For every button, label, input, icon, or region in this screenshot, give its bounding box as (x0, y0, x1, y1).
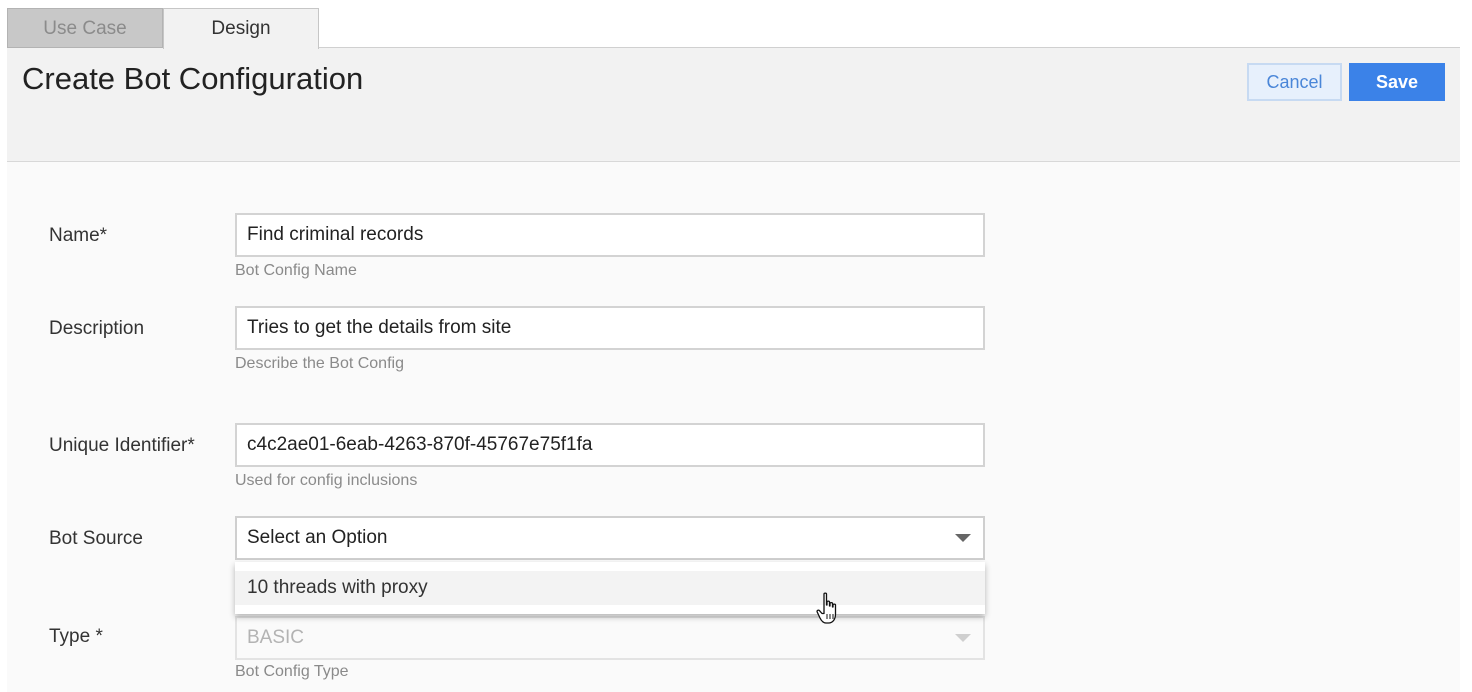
type-label: Type * (49, 626, 103, 647)
description-hint: Describe the Bot Config (235, 355, 404, 372)
page-title: Create Bot Configuration (22, 61, 364, 96)
type-hint: Bot Config Type (235, 663, 349, 680)
bot-source-label: Bot Source (49, 528, 143, 549)
description-input[interactable]: Tries to get the details from site (235, 306, 985, 350)
tab-use-case[interactable]: Use Case (7, 8, 163, 48)
type-selected-value: BASIC (247, 627, 305, 648)
cancel-button[interactable]: Cancel (1247, 63, 1342, 101)
name-input[interactable]: Find criminal records (235, 213, 985, 257)
unique-identifier-hint: Used for config inclusions (235, 472, 418, 489)
type-select: BASIC (235, 616, 985, 660)
app-window: Use Case Design Create Bot Configuration… (0, 0, 1472, 692)
hand-pointer-icon (816, 592, 837, 624)
unique-identifier-input[interactable]: c4c2ae01-6eab-4263-870f-45767e75f1fa (235, 423, 985, 467)
bot-source-select[interactable]: Select an Option (235, 516, 985, 560)
bot-source-selected-value: Select an Option (247, 527, 388, 548)
dropdown-option[interactable]: 10 threads with proxy (235, 571, 985, 605)
name-hint: Bot Config Name (235, 262, 357, 279)
tab-design[interactable]: Design (163, 8, 319, 49)
unique-identifier-label: Unique Identifier* (49, 435, 195, 456)
chevron-down-icon (955, 634, 971, 642)
chevron-down-icon (955, 534, 971, 542)
bot-source-dropdown: 10 threads with proxy (235, 562, 985, 614)
description-label: Description (49, 318, 145, 339)
save-button[interactable]: Save (1349, 63, 1445, 101)
name-label: Name* (49, 225, 108, 246)
